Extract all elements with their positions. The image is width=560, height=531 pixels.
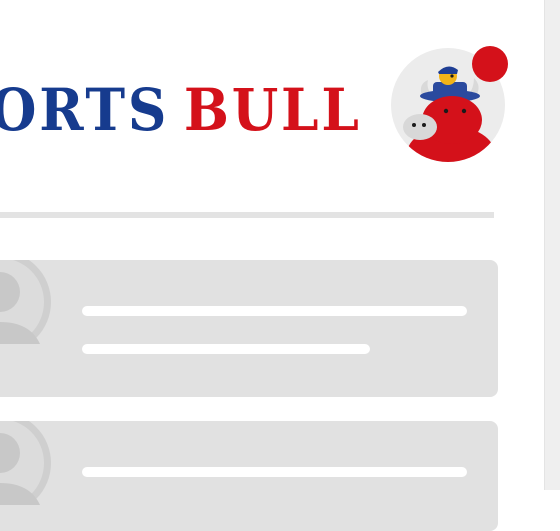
section-divider <box>0 212 494 218</box>
logo-text-blue: ORTS <box>0 76 170 144</box>
profile-avatar-button[interactable] <box>388 42 514 168</box>
logo-text-red: BULL <box>183 76 362 144</box>
placeholder-title-line <box>82 306 467 316</box>
bull-mascot-icon <box>391 46 508 162</box>
brand-logo[interactable]: ORTS BULL <box>0 78 362 142</box>
list-item[interactable] <box>0 260 498 397</box>
placeholder-subtitle-line <box>82 344 370 354</box>
placeholder-title-line <box>82 467 467 477</box>
user-avatar-icon <box>0 260 52 344</box>
notification-badge-icon <box>472 46 508 82</box>
scrollbar-gutter <box>544 0 560 490</box>
user-avatar-icon <box>0 421 52 505</box>
